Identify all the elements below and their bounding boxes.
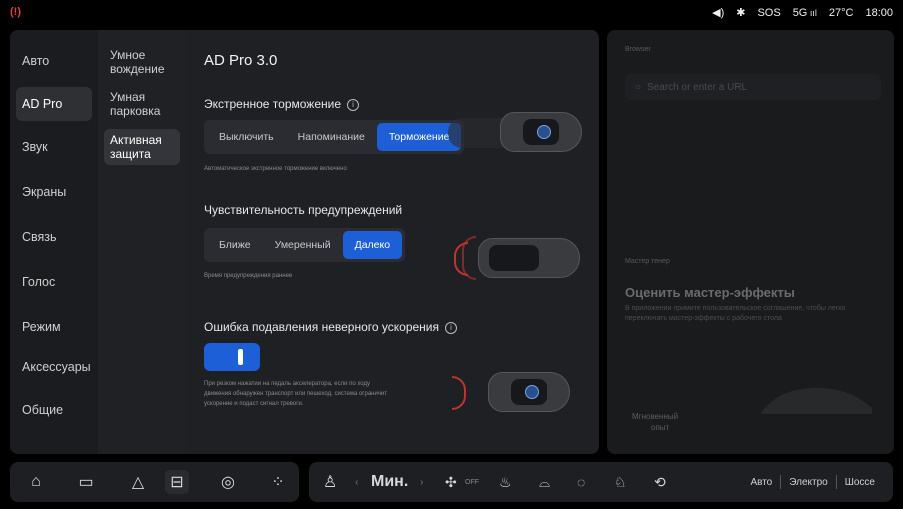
sensitivity-section-title: Чувствительность предупреждений [204, 203, 403, 217]
app-dock: ⌂ ▭ △ ⊟ ◎ ⁘ [10, 462, 299, 502]
acceleration-toggle[interactable] [204, 343, 260, 371]
drive-mode-highway[interactable]: Шоссе [837, 477, 883, 488]
browser-search-input[interactable]: ○ Search or enter a URL [625, 74, 881, 100]
sensitivity-segmented-control: Ближе Умеренный Далеко [204, 228, 406, 262]
drive-mode-selector: Авто Электро Шоссе [742, 462, 883, 502]
seat-heating-icon[interactable]: ♨ [499, 462, 512, 502]
info-icon[interactable]: i [347, 98, 359, 111]
media-icon[interactable]: ◎ [216, 470, 240, 494]
sensitivity-option-moderate[interactable]: Умеренный [263, 231, 343, 259]
climate-bar: ♙ ‹ Мин. › ✣ OFF ♨ ⌓ ◌ ♘ ⟲ Авто Электро … [309, 462, 893, 502]
subnav-item-smart-driving[interactable]: Умное вождение [104, 44, 180, 80]
settings-content: AD Pro 3.0 Экстренное торможение i Выключ… [186, 30, 599, 454]
navigation-icon[interactable]: △ [126, 470, 150, 494]
braking-section-title: Экстренное торможение i [204, 97, 359, 111]
apps-grid-icon[interactable]: ⁘ [266, 470, 290, 494]
instant-experience-line2: опыт [651, 423, 670, 432]
braking-option-off[interactable]: Выключить [207, 123, 286, 151]
radar-sensor-icon [525, 385, 539, 399]
phone-mirror-icon[interactable]: ▭ [74, 470, 98, 494]
drive-mode-auto[interactable]: Авто [742, 477, 780, 488]
settings-nav: Авто AD Pro Звук Экраны Связь Голос Режи… [10, 30, 98, 454]
drive-mode-electric[interactable]: Электро [781, 477, 835, 488]
master-description: В приложении примите пользовательское со… [625, 305, 846, 322]
radar-sensor-icon [537, 125, 551, 139]
nav-item-general[interactable]: Общие [16, 393, 92, 427]
clock: 18:00 [865, 6, 893, 19]
subnav-item-smart-parking[interactable]: Умная парковка [104, 86, 180, 122]
side-widget-panel: Browser ○ Search or enter a URL Мастер т… [607, 30, 894, 454]
front-defrost-icon[interactable]: ⌓ [539, 462, 550, 502]
instant-experience-line1: Мгновенный [632, 412, 679, 421]
acceleration-section-title: Ошибка подавления неверного ускорения i [204, 320, 457, 334]
nav-item-accessories[interactable]: Аксессуары [16, 350, 92, 384]
braking-segmented-control: Выключить Напоминание Торможение [204, 120, 465, 154]
signal-indicator: 5G ııl [792, 6, 817, 19]
status-indicators: ◀) ✱ SOS 5G ııl 27°C 18:00 [712, 6, 893, 20]
home-icon[interactable]: ⌂ [24, 470, 48, 494]
volume-icon: ◀) [712, 7, 725, 19]
recirculation-icon[interactable]: ⟲ [654, 462, 666, 502]
car-icon[interactable]: ⊟ [165, 470, 189, 494]
steering-heat-icon[interactable]: ◌ [577, 462, 585, 502]
fan-speed-label: Мин. [371, 473, 409, 490]
nav-item-screens[interactable]: Экраны [16, 175, 92, 209]
braking-option-reminder[interactable]: Напоминание [286, 123, 377, 151]
fan-icon[interactable]: ✣ [445, 462, 457, 502]
status-bar: (!) ◀) ✱ SOS 5G ııl 27°C 18:00 [0, 0, 903, 28]
nav-item-auto[interactable]: Авто [16, 44, 92, 78]
sensitivity-option-near[interactable]: Ближе [207, 231, 263, 259]
search-icon: ○ [635, 81, 642, 93]
brake-warning-icon: (!) [10, 6, 21, 18]
sos-label[interactable]: SOS [757, 7, 780, 19]
page-title: AD Pro 3.0 [204, 52, 278, 69]
browser-label: Browser [625, 46, 651, 53]
seat-driver-icon[interactable]: ♙ [323, 462, 337, 502]
nav-item-voice[interactable]: Голос [16, 265, 92, 299]
search-placeholder: Search or enter a URL [647, 81, 748, 93]
nav-item-ad-pro[interactable]: AD Pro [16, 87, 92, 121]
braking-car-illustration [448, 108, 588, 158]
nav-item-sound[interactable]: Звук [16, 130, 92, 164]
acceleration-car-illustration [448, 368, 588, 418]
acceleration-description: При резком нажатии на педаль акселератор… [204, 381, 388, 407]
passenger-seat-icon[interactable]: ♘ [614, 462, 627, 502]
subnav-item-active-protection[interactable]: Активная защита [104, 129, 180, 165]
sensitivity-hint: Время предупреждения раннее [204, 273, 293, 279]
bluetooth-icon: ✱ [736, 7, 746, 19]
fan-increase-button[interactable]: › [420, 462, 423, 502]
settings-subnav: Умное вождение Умная парковка Активная з… [98, 30, 186, 454]
master-title[interactable]: Оценить мастер-эффекты [625, 285, 795, 300]
toggle-knob [238, 349, 243, 365]
sensitivity-car-illustration [448, 230, 588, 290]
car-silhouette-image [757, 380, 877, 420]
temperature-readout: 27°C [828, 6, 854, 19]
fan-off-label: OFF [465, 478, 479, 486]
sensitivity-option-far[interactable]: Далеко [342, 231, 403, 259]
nav-item-connection[interactable]: Связь [16, 220, 92, 254]
settings-panel: Авто AD Pro Звук Экраны Связь Голос Режи… [10, 30, 599, 454]
info-icon[interactable]: i [445, 321, 457, 334]
fan-decrease-button[interactable]: ‹ [355, 462, 358, 502]
braking-hint: Автоматическое экстренное торможение вкл… [204, 166, 347, 172]
master-label: Мастер тенер [625, 258, 670, 265]
nav-item-mode[interactable]: Режим [16, 310, 92, 344]
